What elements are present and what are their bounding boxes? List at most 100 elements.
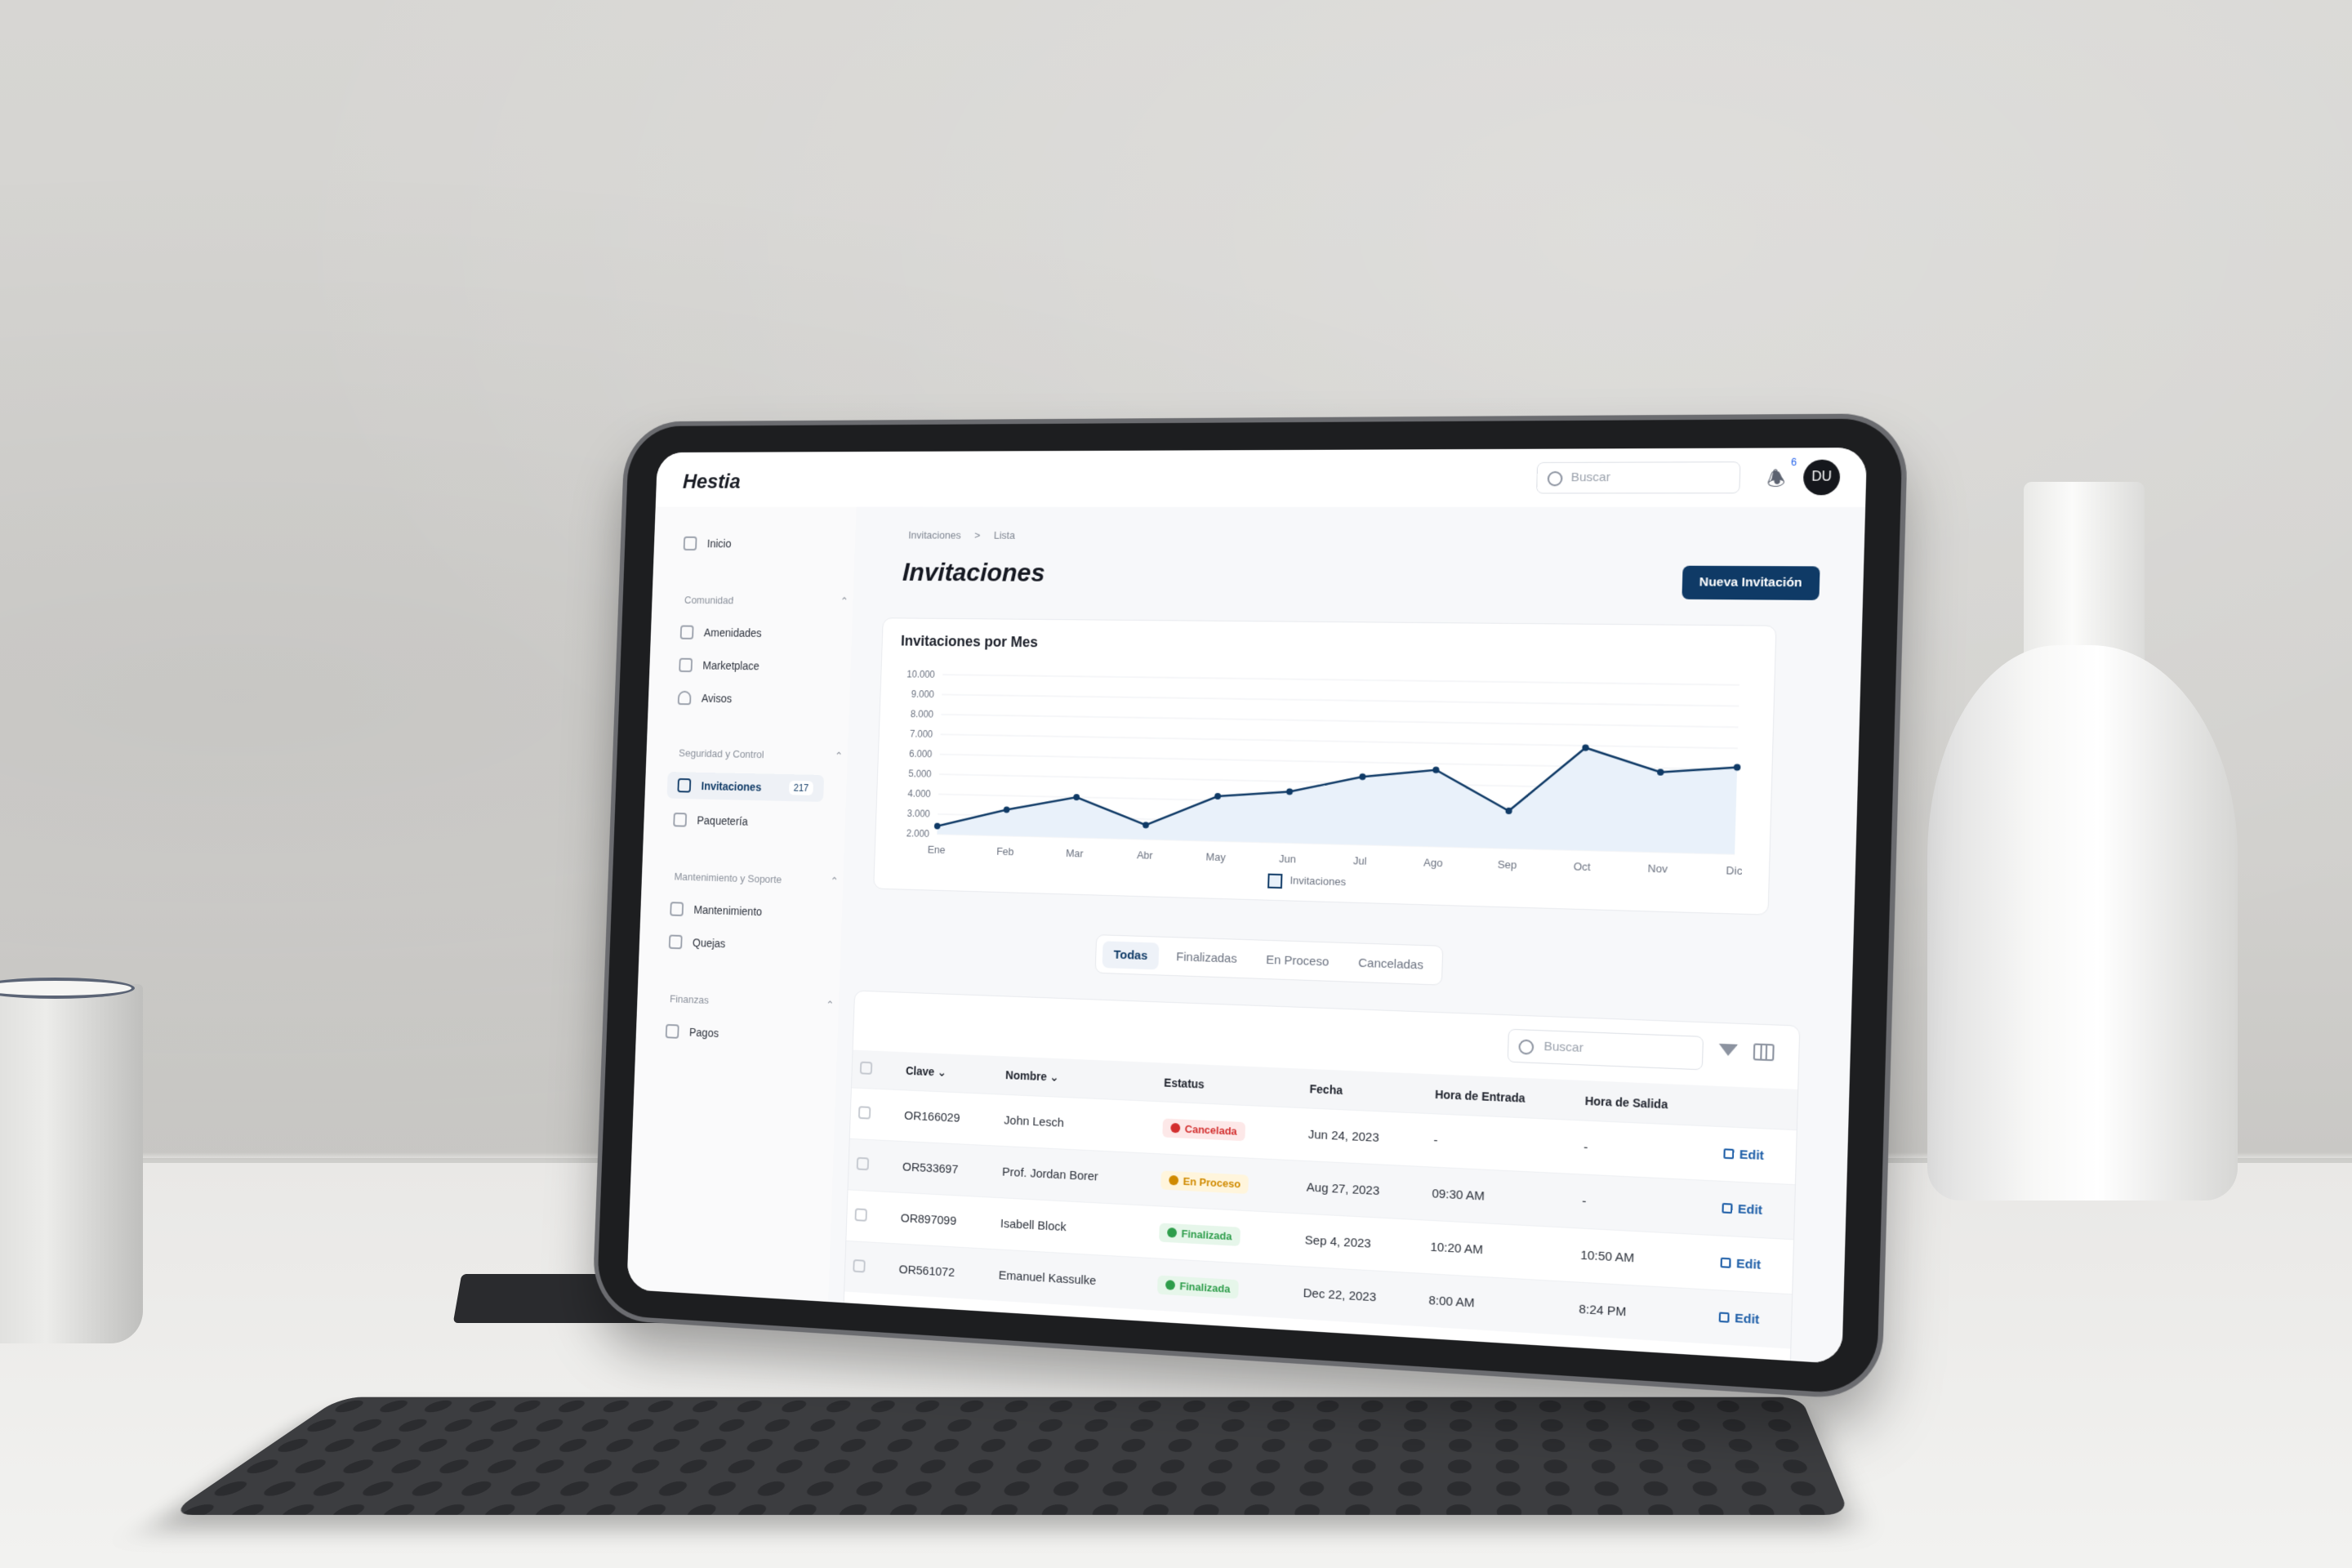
- notifications-button[interactable]: 🕭 6: [1766, 457, 1797, 491]
- main-content: Invitaciones > Lista Invitaciones Nueva …: [828, 506, 1866, 1365]
- sidebar-item-label: Avisos: [701, 692, 733, 706]
- global-search-input[interactable]: Buscar: [1535, 461, 1741, 494]
- x-tick-label: Jul: [1353, 855, 1367, 867]
- row-checkbox[interactable]: [854, 1207, 867, 1222]
- row-checkbox[interactable]: [853, 1258, 866, 1273]
- x-tick-label: Dic: [1726, 865, 1742, 878]
- table-body: OR166029 John Lesch Cancelada Jun 24, 2023-…: [844, 1087, 1797, 1349]
- section-title: Seguridad y Control: [678, 746, 764, 761]
- sidebar-item-pagos[interactable]: Pagos: [665, 1023, 719, 1040]
- cell-estatus: Finalizada: [1150, 1205, 1298, 1267]
- y-tick-label: 8.000: [911, 710, 934, 720]
- select-cell: [844, 1241, 893, 1294]
- user-avatar[interactable]: DU: [1802, 459, 1841, 496]
- col-hora-salida[interactable]: Hora de Salida: [1575, 1080, 1717, 1127]
- store-icon: [679, 657, 693, 673]
- col-fecha[interactable]: Fecha: [1300, 1068, 1428, 1114]
- cell-nombre: Prof. Jordan Borer: [993, 1146, 1154, 1206]
- chevron-up-icon: ⌃: [840, 595, 849, 608]
- sidebar-item-amenidades[interactable]: Amenidades: [679, 625, 762, 640]
- tab-en-proceso[interactable]: En Proceso: [1254, 946, 1341, 976]
- section-title: Finanzas: [669, 992, 710, 1006]
- y-tick-label: 5.000: [908, 769, 932, 780]
- edit-label: Edit: [1737, 1201, 1763, 1218]
- edit-button[interactable]: Edit: [1718, 1310, 1760, 1327]
- columns-icon[interactable]: [1753, 1043, 1775, 1062]
- table-search-input[interactable]: Buscar: [1507, 1028, 1704, 1071]
- edit-button[interactable]: Edit: [1723, 1147, 1764, 1163]
- invitations-table-card: Buscar Clave ⌄ Nombre ⌄ Estatus Fecha Ho…: [842, 990, 1801, 1365]
- check-circle-icon: [1165, 1280, 1175, 1290]
- col-hora-entrada[interactable]: Hora de Entrada: [1426, 1074, 1578, 1120]
- sidebar-section-mantenimiento[interactable]: Mantenimiento y Soporte ⌃: [674, 871, 839, 887]
- status-label: Finalizada: [1181, 1227, 1232, 1243]
- series-area: [937, 736, 1738, 854]
- select-cell: [846, 1189, 894, 1244]
- sidebar-item-avisos[interactable]: Avisos: [677, 690, 733, 706]
- cell-hora-entrada: 8:00 AM: [1419, 1273, 1571, 1336]
- breadcrumb-parent[interactable]: Invitaciones: [908, 529, 961, 541]
- bell-icon: [677, 690, 692, 706]
- status-badge: En Proceso: [1160, 1170, 1250, 1194]
- chart-card: Invitaciones por Mes 10.000 9.000 8.000 7.0…: [873, 617, 1777, 915]
- x-tick-label: Abr: [1137, 849, 1153, 862]
- x-circle-icon: [1170, 1122, 1181, 1134]
- app-logo[interactable]: Hestia: [683, 470, 742, 494]
- sidebar-item-inicio[interactable]: Inicio: [683, 536, 732, 551]
- sidebar-item-paqueteria[interactable]: Paquetería: [673, 812, 748, 829]
- row-checkbox[interactable]: [858, 1105, 871, 1120]
- sidebar-section-finanzas[interactable]: Finanzas ⌃: [670, 993, 835, 1011]
- tab-canceladas[interactable]: Canceladas: [1347, 949, 1436, 979]
- cell-clave: OR166029: [895, 1089, 997, 1147]
- chevron-up-icon: ⌃: [834, 750, 844, 763]
- cell-hora-entrada: -: [1424, 1113, 1576, 1174]
- cell-clave: OR561072: [890, 1243, 992, 1301]
- calendar-icon: [679, 625, 694, 639]
- select-all-checkbox[interactable]: [859, 1061, 873, 1075]
- new-invitation-button[interactable]: Nueva Invitación: [1682, 565, 1820, 600]
- cell-hora-salida: 10:50 AM: [1570, 1227, 1713, 1290]
- sidebar-item-invitaciones[interactable]: Invitaciones 217: [666, 772, 825, 802]
- filter-icon[interactable]: [1718, 1043, 1739, 1057]
- refresh-icon: [1168, 1174, 1179, 1186]
- chevron-up-icon: ⌃: [826, 998, 835, 1011]
- edit-button[interactable]: Edit: [1722, 1201, 1763, 1218]
- x-tick-label: Mar: [1066, 848, 1084, 860]
- sidebar-item-mantenimiento[interactable]: Mantenimiento: [670, 902, 762, 919]
- cell-hora-salida: -: [1572, 1174, 1715, 1236]
- sidebar-section-comunidad[interactable]: Comunidad ⌃: [684, 594, 849, 607]
- check-circle-icon: [1166, 1227, 1177, 1238]
- select-cell: [848, 1138, 896, 1192]
- col-estatus[interactable]: Estatus: [1155, 1062, 1303, 1108]
- y-tick-label: 3.000: [906, 809, 930, 820]
- qr-scan-icon: [677, 777, 692, 793]
- edit-icon: [1718, 1312, 1730, 1323]
- sidebar-item-quejas[interactable]: Quejas: [668, 934, 726, 951]
- cell-fecha: Jun 24, 2023: [1298, 1107, 1427, 1167]
- sidebar-item-marketplace[interactable]: Marketplace: [679, 657, 760, 673]
- select-cell: [849, 1087, 898, 1142]
- row-checkbox[interactable]: [856, 1156, 870, 1170]
- col-clave[interactable]: Clave ⌄: [897, 1051, 999, 1094]
- search-icon: [1547, 471, 1563, 487]
- cell-actions: Edit: [1714, 1126, 1797, 1185]
- cell-estatus: En Proceso: [1152, 1153, 1299, 1214]
- tab-todas[interactable]: Todas: [1102, 940, 1160, 969]
- photo-scene: Hestia Buscar 🕭 6 DU Inicio Comunidad ⌃ …: [0, 0, 2352, 1568]
- sidebar-item-label: Marketplace: [702, 658, 760, 673]
- search-icon: [1518, 1039, 1535, 1055]
- cell-nombre: Emanuel Kassulke: [990, 1249, 1151, 1311]
- chevron-down-icon: ⌄: [1049, 1070, 1059, 1084]
- edit-button[interactable]: Edit: [1720, 1256, 1761, 1272]
- cell-fecha: Aug 27, 2023: [1297, 1160, 1425, 1220]
- tablet-device: Hestia Buscar 🕭 6 DU Inicio Comunidad ⌃ …: [596, 418, 1904, 1396]
- edit-icon: [1723, 1148, 1735, 1160]
- tab-finalizadas[interactable]: Finalizadas: [1165, 942, 1249, 972]
- wrench-icon: [670, 902, 684, 916]
- grid-line: [941, 734, 1738, 748]
- grid-line: [941, 715, 1738, 728]
- wallet-icon: [665, 1023, 679, 1039]
- home-icon: [683, 536, 697, 551]
- cell-estatus: Finalizada: [1148, 1258, 1296, 1319]
- sidebar-section-seguridad[interactable]: Seguridad y Control ⌃: [679, 747, 844, 762]
